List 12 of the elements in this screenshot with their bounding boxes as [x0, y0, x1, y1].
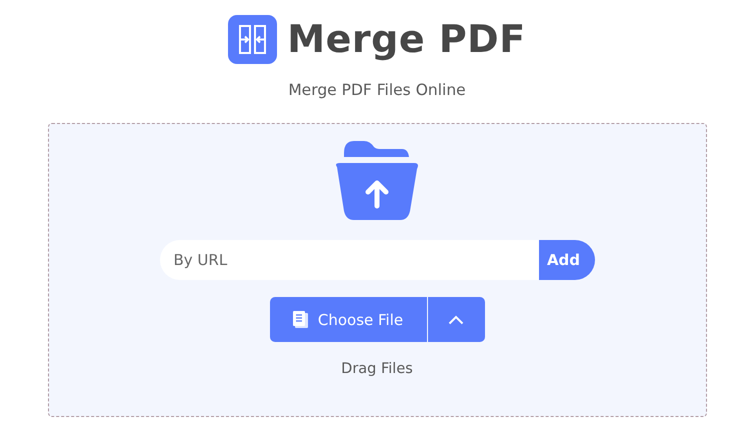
page-subtitle: Merge PDF Files Online — [288, 81, 466, 99]
document-icon — [292, 311, 308, 328]
caret-up-icon — [448, 314, 464, 324]
folder-upload-icon — [334, 139, 420, 221]
choose-file-button[interactable]: Choose File — [270, 297, 426, 342]
url-input[interactable]: By URL — [160, 240, 538, 280]
add-button[interactable]: Add — [538, 240, 594, 280]
expand-button[interactable] — [428, 297, 484, 342]
drop-zone[interactable]: By URL Add Choose File Drag Files — [48, 123, 706, 417]
drag-files-hint: Drag Files — [341, 361, 413, 377]
logo-icon — [228, 14, 278, 64]
page-title: Merge PDF — [287, 17, 526, 61]
